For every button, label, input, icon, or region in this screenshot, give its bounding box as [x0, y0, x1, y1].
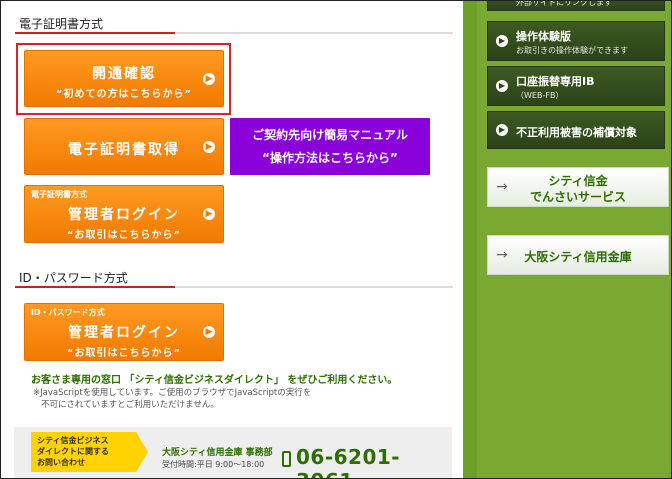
manual-line2: “操作方法はこちらから” — [262, 151, 398, 165]
sidebar-item-fusei-title: 不正利用被害の補償対象 — [516, 126, 637, 139]
contact-label-line2: ダイレクトに関する — [37, 447, 109, 456]
section-title-cert: 電子証明書方式 — [19, 17, 104, 31]
densai-line2: でんさいサービス — [529, 190, 626, 204]
javascript-note-line1: ※JavaScriptを使用しています。ご使用のブラウザでJavaScriptの… — [33, 388, 312, 398]
cert-admin-small: 電子証明書方式 — [31, 190, 87, 199]
sidebar-item-furikae-title: 口座振替専用IB — [516, 75, 595, 88]
sidebar-item-trial-sub: お取引きの操作体験ができます — [516, 46, 628, 55]
densai-service-button[interactable]: → シティ信金 でんさいサービス — [487, 167, 669, 207]
osaka-city-shinkin-button[interactable]: → 大阪シティ信用金庫 — [487, 235, 669, 275]
section-divider-cert — [15, 32, 453, 34]
kaitsu-line1: 開通確認 — [92, 66, 156, 82]
sidebar-item-external-link[interactable]: 外部サイトにリンクします — [487, 0, 665, 11]
chevron-right-icon: ▶ — [203, 140, 215, 153]
contact-banner: シティ信金ビジネス ダイレクトに関する お問い合わせ 大阪シティ信用金庫 事務部… — [14, 427, 452, 478]
cert-admin-line1: 管理者ログイン — [68, 207, 180, 223]
phone-number: 06-6201-3061 — [296, 445, 401, 478]
osaka-city-label: 大阪シティ信用金庫 — [524, 250, 632, 264]
chevron-right-icon: ▶ — [203, 326, 215, 338]
idpw-admin-line2: “お取引はこちらから” — [66, 348, 182, 359]
javascript-note-line2: 不可にされていますとご利用いただけません。 — [41, 400, 219, 410]
sidebar-item-trial[interactable]: ▶ 操作体験版 お取引きの操作体験ができます — [487, 21, 665, 61]
cert-get-button[interactable]: 電子証明書取得 ▶ — [24, 118, 224, 175]
idpw-admin-login-button[interactable]: ID・パスワード方式 管理者ログイン “お取引はこちらから” ▶ — [24, 303, 224, 361]
manual-line1: ご契約先向け簡易マニュアル — [252, 128, 408, 142]
cert-admin-login-button[interactable]: 電子証明書方式 管理者ログイン “お取引はこちらから” ▶ — [24, 185, 224, 243]
sidebar-strip — [463, 1, 477, 478]
sidebar: 外部サイトにリンクします ▶ 操作体験版 お取引きの操作体験ができます ▶ 口座… — [463, 0, 671, 478]
sidebar-item-fusei-riyou[interactable]: ▶ 不正利用被害の補償対象 — [487, 111, 665, 149]
sidebar-item-furikae-sub: （WEB-FB） — [516, 91, 564, 100]
kaitsu-kakunin-button[interactable]: 開通確認 “初めての方はこちらから” ▶ — [24, 50, 224, 107]
phone-icon — [282, 451, 291, 467]
section-divider-idpw — [15, 286, 453, 288]
idpw-admin-small: ID・パスワード方式 — [31, 308, 105, 317]
chevron-right-icon: ▶ — [203, 208, 215, 220]
notice-text: お客さま専用の窓口 「シティ信金ビジネスダイレクト」 をぜひご利用ください。 — [31, 375, 398, 386]
densai-line1: シティ信金 — [548, 174, 608, 188]
main-content: 電子証明書方式 開通確認 “初めての方はこちらから” ▶ 電子証明書取得 ▶ ご… — [1, 1, 463, 478]
sidebar-external-link-text: 外部サイトにリンクします — [516, 0, 612, 7]
chevron-right-icon: ▶ — [496, 35, 508, 47]
manual-button[interactable]: ご契約先向け簡易マニュアル “操作方法はこちらから” — [230, 118, 430, 175]
cert-admin-line2: “お取引はこちらから” — [66, 230, 182, 241]
chevron-right-icon: ▶ — [496, 124, 508, 136]
idpw-admin-line1: 管理者ログイン — [68, 325, 180, 341]
chevron-right-icon: ▶ — [496, 80, 508, 92]
sidebar-item-trial-title: 操作体験版 — [516, 30, 571, 43]
javascript-note: ※JavaScriptを使用しています。ご使用のブラウザでJavaScriptの… — [33, 387, 311, 411]
cert-get-label: 電子証明書取得 — [68, 142, 180, 158]
contact-label: シティ信金ビジネス ダイレクトに関する お問い合わせ — [31, 432, 136, 472]
contact-label-line1: シティ信金ビジネス — [37, 436, 109, 445]
arrow-right-icon — [136, 432, 148, 472]
sidebar-item-furikae-ib[interactable]: ▶ 口座振替専用IB （WEB-FB） — [487, 66, 665, 106]
chevron-right-icon: ▶ — [203, 72, 215, 85]
kaitsu-line2: “初めての方はこちらから” — [55, 89, 193, 100]
contact-hours: 受付時間:平日 9:00～18:00 — [162, 460, 265, 469]
page-frame: 電子証明書方式 開通確認 “初めての方はこちらから” ▶ 電子証明書取得 ▶ ご… — [0, 0, 672, 479]
contact-label-line3: お問い合わせ — [37, 458, 85, 467]
contact-name: 大阪シティ信用金庫 事務部 — [162, 448, 273, 458]
section-title-idpw: ID・パスワード方式 — [19, 271, 128, 285]
